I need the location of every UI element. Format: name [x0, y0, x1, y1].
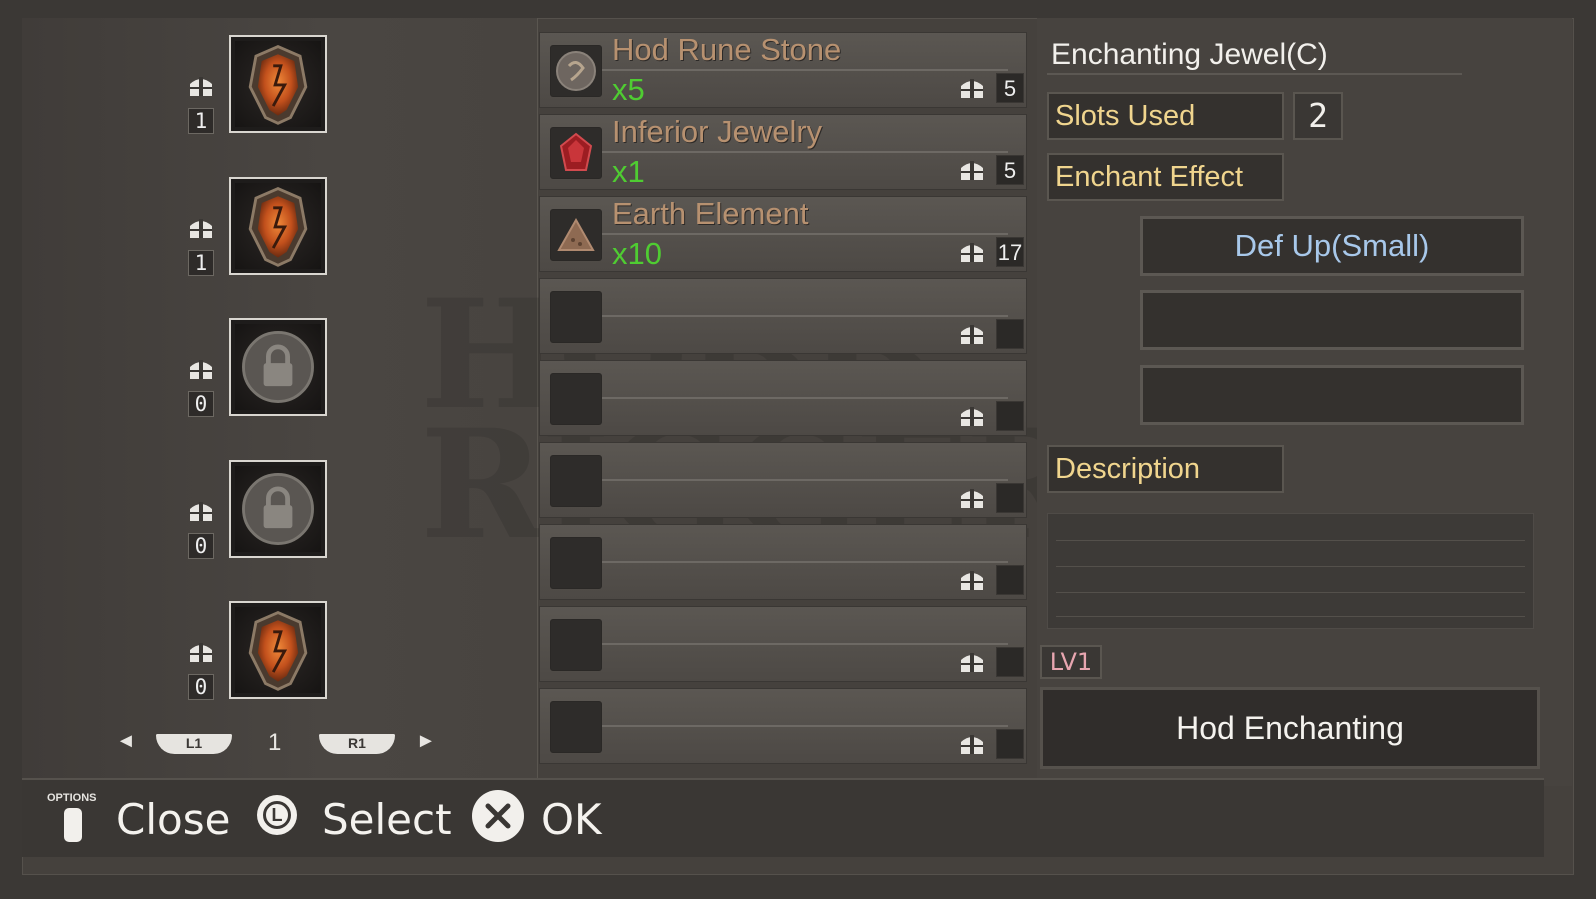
material-stock — [996, 401, 1024, 431]
jewel-count: 0 — [188, 533, 214, 559]
jewel-slot[interactable] — [229, 601, 327, 699]
material-stock — [996, 319, 1024, 349]
left-stick-letter: L — [263, 801, 291, 829]
effect-slot-2 — [1140, 290, 1524, 350]
slots-used-label: Slots Used — [1047, 92, 1284, 140]
empty-material-icon — [550, 291, 602, 343]
chest-icon — [959, 569, 985, 591]
material-stock: 17 — [996, 237, 1024, 267]
options-button-icon[interactable] — [64, 808, 82, 842]
material-row[interactable] — [539, 606, 1027, 682]
empty-material-icon — [550, 701, 602, 753]
empty-material-icon — [550, 619, 602, 671]
hod-enchanting-button[interactable]: Hod Enchanting — [1040, 687, 1540, 769]
material-row[interactable] — [539, 278, 1027, 354]
row-divider — [602, 479, 1008, 481]
description-line — [1056, 616, 1525, 617]
chest-icon — [959, 487, 985, 509]
rune-stone-icon — [550, 45, 602, 97]
footer-bar — [22, 778, 1544, 857]
jewel-slot[interactable] — [229, 177, 327, 275]
chest-icon — [959, 77, 985, 99]
material-row[interactable]: Inferior Jewelry x1 5 — [539, 114, 1027, 190]
jewel-slot[interactable] — [229, 460, 327, 558]
chest-icon — [188, 75, 214, 97]
empty-material-icon — [550, 373, 602, 425]
cross-button-icon[interactable] — [472, 790, 524, 842]
material-quantity: x1 — [612, 154, 645, 189]
earth-element-icon — [550, 209, 602, 261]
material-stock — [996, 647, 1024, 677]
material-row[interactable]: Earth Element x10 17 — [539, 196, 1027, 272]
row-divider — [602, 561, 1008, 563]
jewel-slot[interactable] — [229, 35, 327, 133]
level-badge: LV1 — [1040, 645, 1102, 679]
chest-icon — [188, 217, 214, 239]
chest-icon — [959, 733, 985, 755]
row-divider — [602, 315, 1008, 317]
material-stock — [996, 729, 1024, 759]
material-row[interactable] — [539, 360, 1027, 436]
slots-used-value: 2 — [1293, 92, 1343, 140]
page-number: 1 — [268, 729, 282, 756]
empty-material-icon — [550, 537, 602, 589]
chest-icon — [188, 358, 214, 380]
row-divider — [602, 397, 1008, 399]
chest-icon — [959, 405, 985, 427]
effect-slot-3 — [1140, 365, 1524, 425]
jewel-count: 1 — [188, 108, 214, 134]
item-title: Enchanting Jewel(C) — [1051, 38, 1328, 71]
material-quantity: x10 — [612, 236, 662, 271]
chest-icon — [959, 651, 985, 673]
empty-material-icon — [550, 455, 602, 507]
enchant-effect-label: Enchant Effect — [1047, 153, 1284, 201]
description-line — [1056, 566, 1525, 567]
r1-button[interactable]: R1 — [319, 734, 395, 754]
material-row[interactable]: Hod Rune Stone x5 5 — [539, 32, 1027, 108]
description-box — [1047, 513, 1534, 629]
material-stock — [996, 483, 1024, 513]
effect-slot-1: Def Up(Small) — [1140, 216, 1524, 276]
material-name: Hod Rune Stone — [612, 32, 842, 67]
title-divider — [1047, 73, 1462, 75]
red-gem-icon — [550, 127, 602, 179]
row-divider — [602, 233, 1008, 235]
description-label: Description — [1047, 445, 1284, 493]
next-page-arrow-icon[interactable]: ► — [416, 730, 436, 754]
l1-button[interactable]: L1 — [156, 734, 232, 754]
jewel-count: 0 — [188, 391, 214, 417]
chest-icon — [188, 500, 214, 522]
description-line — [1056, 592, 1525, 593]
prev-page-arrow-icon[interactable]: ◄ — [116, 730, 136, 754]
material-quantity: x5 — [612, 72, 645, 107]
description-line — [1056, 540, 1525, 541]
chest-icon — [959, 159, 985, 181]
ok-label: OK — [541, 795, 602, 844]
material-name: Inferior Jewelry — [612, 114, 823, 149]
row-divider — [602, 151, 1008, 153]
material-stock: 5 — [996, 155, 1024, 185]
select-label: Select — [322, 795, 452, 844]
material-row[interactable] — [539, 524, 1027, 600]
close-label: Close — [116, 795, 231, 844]
material-stock: 5 — [996, 73, 1024, 103]
material-stock — [996, 565, 1024, 595]
chest-icon — [959, 241, 985, 263]
chest-icon — [959, 323, 985, 345]
material-row[interactable] — [539, 688, 1027, 764]
material-row[interactable] — [539, 442, 1027, 518]
options-caption: OPTIONS — [47, 792, 97, 804]
material-name: Earth Element — [612, 196, 809, 231]
jewel-count: 0 — [188, 674, 214, 700]
row-divider — [602, 643, 1008, 645]
jewel-slot[interactable] — [229, 318, 327, 416]
jewel-count: 1 — [188, 250, 214, 276]
row-divider — [602, 69, 1008, 71]
chest-icon — [188, 641, 214, 663]
row-divider — [602, 725, 1008, 727]
cross-glyph-icon — [485, 803, 511, 829]
